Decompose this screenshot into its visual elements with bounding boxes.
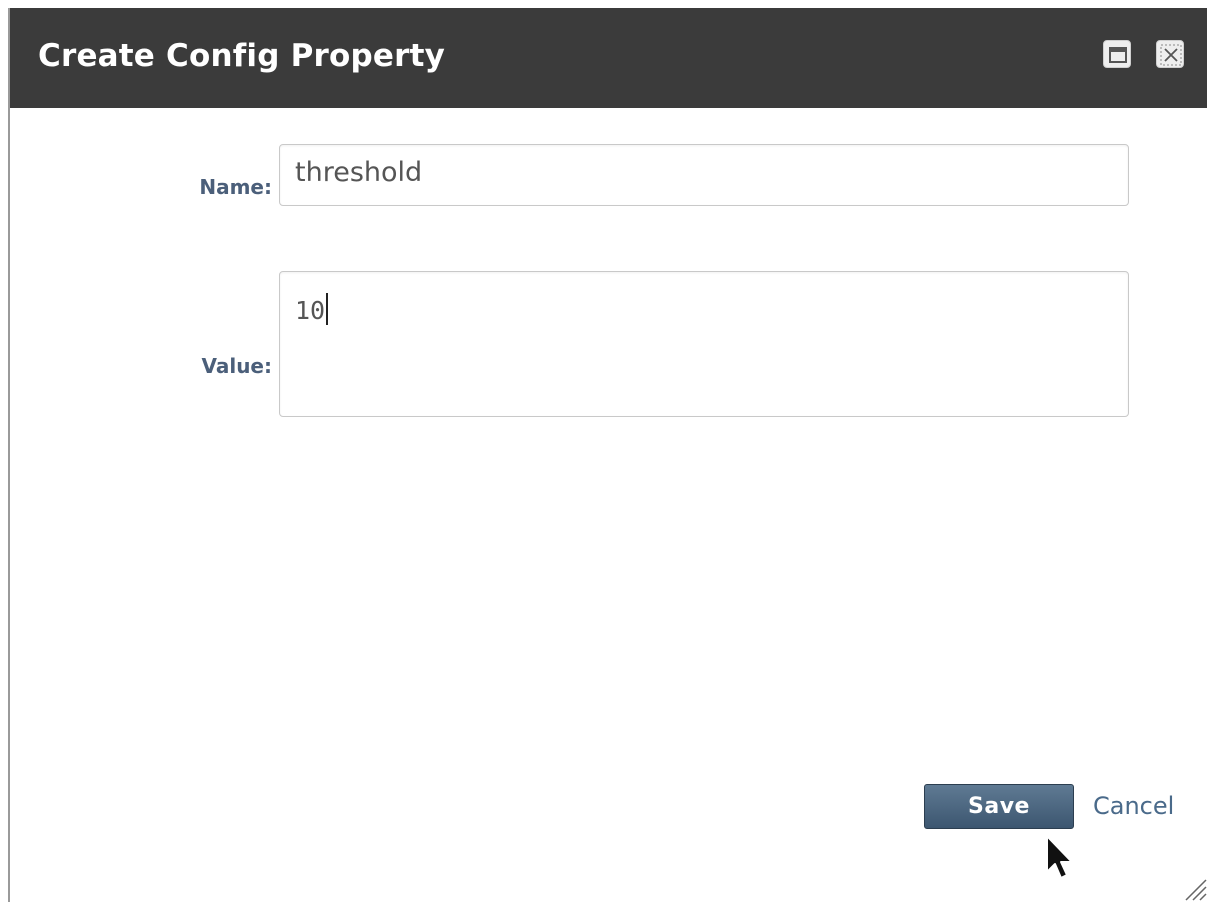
name-field[interactable]: threshold xyxy=(279,144,1129,206)
text-caret xyxy=(326,293,329,325)
save-button[interactable]: Save xyxy=(924,784,1074,829)
value-field-text: 10 xyxy=(295,293,329,325)
name-label: Name: xyxy=(199,175,272,199)
resize-grip-icon[interactable] xyxy=(1180,874,1207,902)
maximize-button[interactable] xyxy=(1103,40,1131,68)
create-config-property-dialog: Create Config Property Name: threshold V… xyxy=(8,8,1207,902)
value-field-content: 10 xyxy=(295,296,326,325)
dialog-titlebar[interactable]: Create Config Property xyxy=(10,8,1207,108)
value-label: Value: xyxy=(201,354,272,378)
close-button[interactable] xyxy=(1156,40,1184,68)
value-field[interactable]: 10 xyxy=(279,271,1129,417)
cancel-link[interactable]: Cancel xyxy=(1093,792,1174,820)
window-maximize-icon xyxy=(1109,47,1127,63)
name-field-value: threshold xyxy=(295,157,423,188)
dialog-title: Create Config Property xyxy=(38,38,446,74)
close-icon xyxy=(1160,44,1182,66)
mouse-pointer-icon xyxy=(1046,835,1073,879)
